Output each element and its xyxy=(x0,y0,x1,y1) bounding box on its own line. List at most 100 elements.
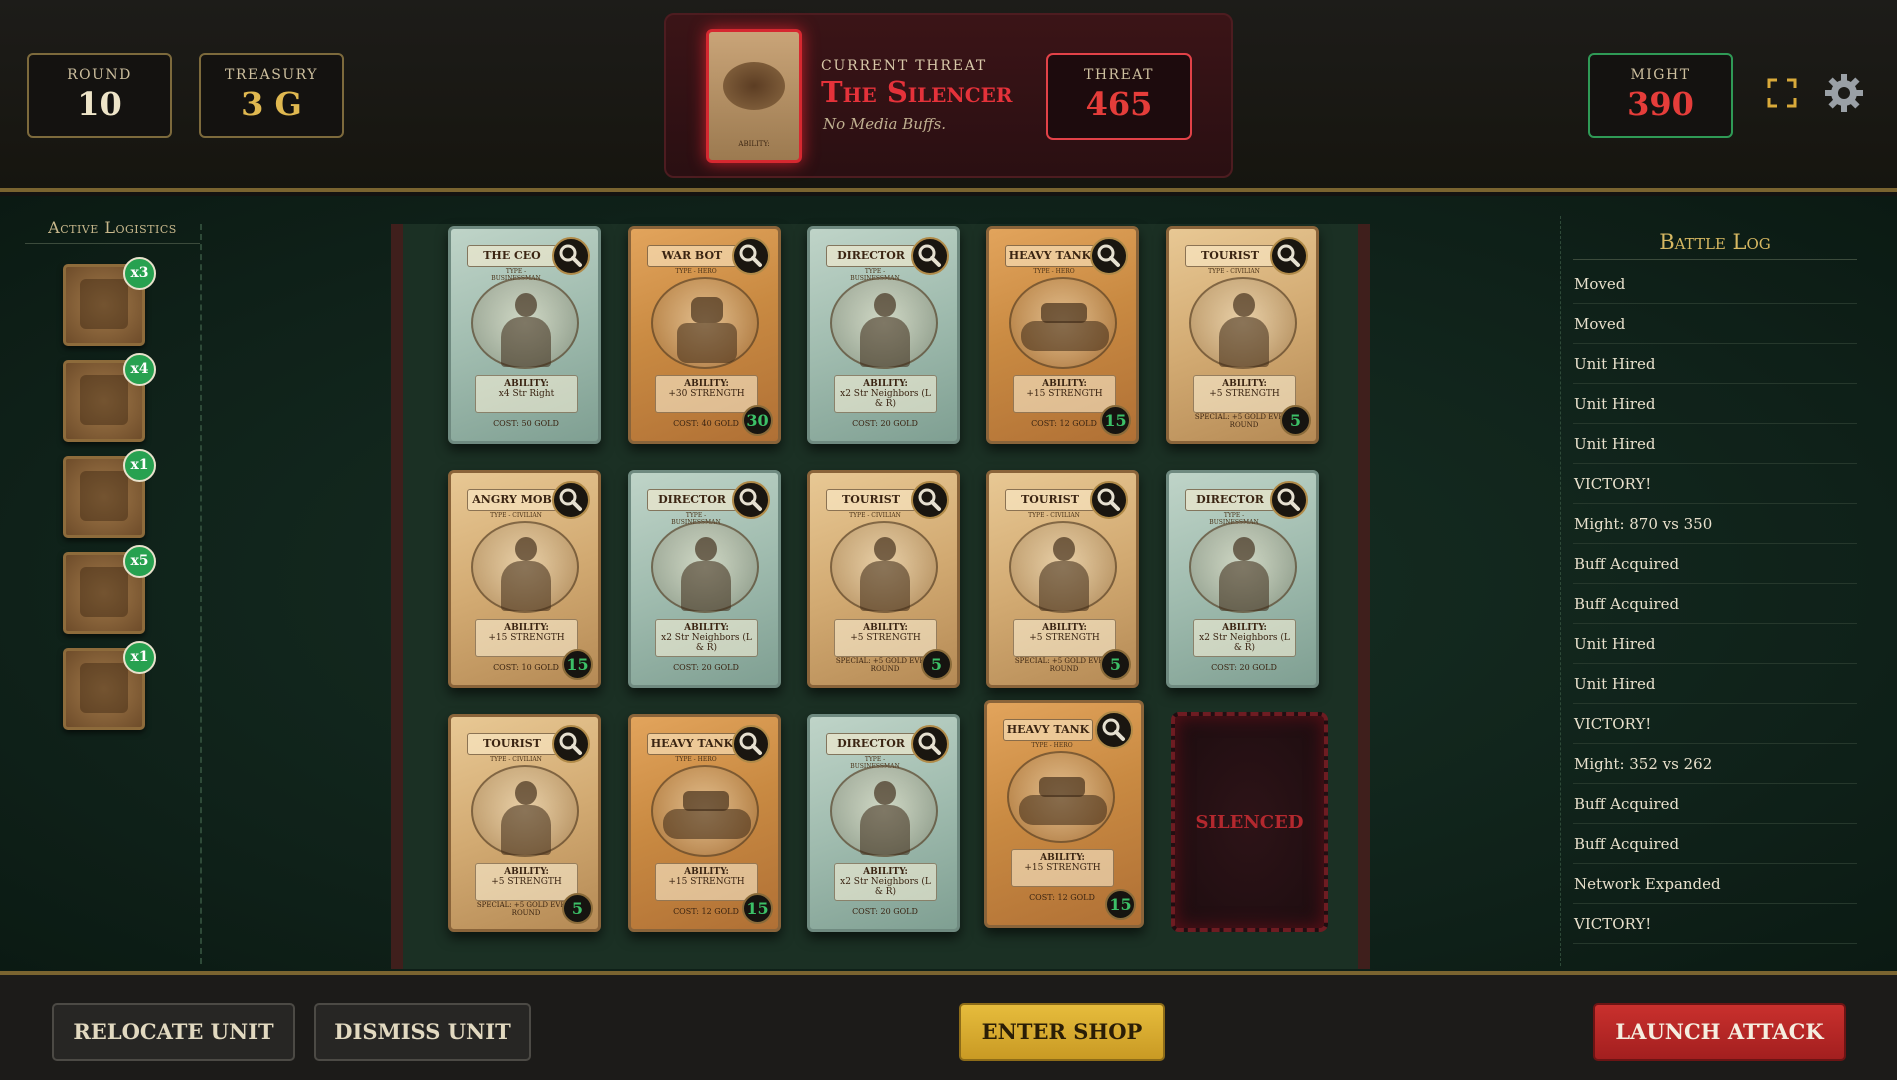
enter-shop-button[interactable]: Enter Shop xyxy=(959,1003,1165,1061)
log-entry: VICTORY! xyxy=(1573,904,1857,944)
log-entry: Buff Acquired xyxy=(1573,544,1857,584)
strength-badge: 15 xyxy=(1105,889,1136,920)
logistics-count-badge: x1 xyxy=(123,641,156,674)
card-art xyxy=(1009,521,1117,613)
handshake-icon xyxy=(80,279,128,329)
ability-title: ABILITY: xyxy=(1040,853,1085,863)
battle-log-list[interactable]: Moved Moved Unit Hired Unit Hired Unit H… xyxy=(1573,264,1857,944)
ability-title: ABILITY: xyxy=(1042,379,1087,389)
magnifier-icon[interactable] xyxy=(1090,237,1128,275)
magnifier-icon[interactable] xyxy=(911,725,949,763)
logistics-item[interactable]: x1 xyxy=(63,641,156,730)
ability-text: +5 STRENGTH xyxy=(1209,389,1280,399)
unit-card-heavy-tank[interactable]: Heavy Tank Type - Hero ABILITY: +15 STRE… xyxy=(986,226,1139,444)
magnifier-icon[interactable] xyxy=(552,725,590,763)
magnifier-icon[interactable] xyxy=(1095,711,1133,749)
card-ability: ABILITY: x4 Str Right xyxy=(475,375,578,413)
unit-card-the-ceo[interactable]: The CEO Type - Businessman ABILITY: x4 S… xyxy=(448,226,601,444)
magnifier-icon[interactable] xyxy=(552,481,590,519)
ability-title: ABILITY: xyxy=(504,867,549,877)
magnifier-icon[interactable] xyxy=(552,237,590,275)
logistics-item[interactable]: x5 xyxy=(63,545,156,634)
unit-card-director[interactable]: Director Type - Businessman ABILITY: x2 … xyxy=(807,226,960,444)
unit-card-heavy-tank[interactable]: Heavy Tank Type - Hero ABILITY: +15 STRE… xyxy=(628,714,781,932)
building-icon xyxy=(80,375,128,425)
log-entry: Unit Hired xyxy=(1573,424,1857,464)
unit-card-director[interactable]: Director Type - Businessman ABILITY: x2 … xyxy=(628,470,781,688)
unit-card-director[interactable]: Director Type - Businessman ABILITY: x2 … xyxy=(1166,470,1319,688)
card-ability: ABILITY: +15 STRENGTH xyxy=(1011,849,1114,887)
unit-card-angry-mob[interactable]: Angry Mob Type - Civilian ABILITY: +15 S… xyxy=(448,470,601,688)
launch-attack-button[interactable]: Launch Attack xyxy=(1593,1003,1846,1061)
card-type: Type - Hero xyxy=(675,268,717,275)
card-name: Heavy Tank xyxy=(1003,719,1093,741)
magnifier-icon[interactable] xyxy=(732,725,770,763)
card-art xyxy=(830,277,938,369)
ability-title: ABILITY: xyxy=(504,623,549,633)
ability-text: x2 Str Neighbors (L & R) xyxy=(840,877,931,897)
magnifier-icon[interactable] xyxy=(1270,481,1308,519)
relocate-unit-button[interactable]: Relocate Unit xyxy=(52,1003,295,1061)
log-entry: Buff Acquired xyxy=(1573,584,1857,624)
treasury-counter: Treasury 3 G xyxy=(199,53,344,138)
unit-card-tourist[interactable]: Tourist Type - Civilian ABILITY: +5 STRE… xyxy=(986,470,1139,688)
magnifier-icon[interactable] xyxy=(732,481,770,519)
unit-card-heavy-tank-selected[interactable]: Heavy Tank Type - Hero ABILITY: +15 STRE… xyxy=(984,700,1144,928)
threat-card-text: ABILITY: xyxy=(738,140,770,148)
logistics-item[interactable]: x1 xyxy=(63,449,156,538)
strength-badge: 15 xyxy=(562,649,593,680)
card-art xyxy=(1009,277,1117,369)
ability-title: ABILITY: xyxy=(863,867,908,877)
top-bar: Round 10 Treasury 3 G ABILITY: Current T… xyxy=(0,0,1897,192)
log-entry: Moved xyxy=(1573,264,1857,304)
logistics-item[interactable]: x4 xyxy=(63,353,156,442)
logistics-item[interactable]: x3 xyxy=(63,257,156,346)
card-ability: ABILITY: x2 Str Neighbors (L & R) xyxy=(834,375,937,413)
card-name: Tourist xyxy=(467,733,557,755)
ability-text: x2 Str Neighbors (L & R) xyxy=(840,389,931,409)
card-art xyxy=(651,765,759,857)
card-name: Tourist xyxy=(1005,489,1095,511)
silenced-label: SILENCED xyxy=(1195,812,1304,833)
threat-description: No Media Buffs. xyxy=(823,115,947,133)
round-label: Round xyxy=(67,67,132,83)
unit-card-tourist[interactable]: Tourist Type - Civilian ABILITY: +5 STRE… xyxy=(448,714,601,932)
magnifier-icon[interactable] xyxy=(1090,481,1128,519)
logistics-count-badge: x1 xyxy=(123,449,156,482)
dismiss-unit-button[interactable]: Dismiss Unit xyxy=(314,1003,531,1061)
money-bag-icon xyxy=(80,471,128,521)
strength-badge: 5 xyxy=(562,893,593,924)
card-ability: ABILITY: +15 STRENGTH xyxy=(475,619,578,657)
card-cost: COST: 20 GOLD xyxy=(673,663,739,672)
magnifier-icon[interactable] xyxy=(911,237,949,275)
unit-card-director[interactable]: Director Type - Businessman ABILITY: x2 … xyxy=(807,714,960,932)
card-name: The CEO xyxy=(467,245,557,267)
logistics-count-badge: x5 xyxy=(123,545,156,578)
magnifier-icon[interactable] xyxy=(732,237,770,275)
card-cost: COST: 12 GOLD xyxy=(1029,893,1095,902)
treasury-value: 3 G xyxy=(241,85,302,123)
card-name: Heavy Tank xyxy=(1005,245,1095,267)
threat-name: The Silencer xyxy=(821,75,1013,109)
ability-text: +15 STRENGTH xyxy=(488,633,565,643)
card-ability: ABILITY: x2 Str Neighbors (L & R) xyxy=(655,619,758,657)
magnifier-icon[interactable] xyxy=(1270,237,1308,275)
silenced-slot[interactable]: SILENCED xyxy=(1171,712,1328,932)
gear-icon[interactable] xyxy=(1823,72,1865,114)
threat-card[interactable]: ABILITY: xyxy=(706,29,802,163)
unit-card-tourist[interactable]: Tourist Type - Civilian ABILITY: +5 STRE… xyxy=(1166,226,1319,444)
card-art xyxy=(1189,521,1297,613)
ability-text: x2 Str Neighbors (L & R) xyxy=(661,633,752,653)
active-logistics-panel: Active Logistics x3 x4 x1 x5 x1 xyxy=(25,218,200,730)
fullscreen-icon[interactable] xyxy=(1767,78,1797,108)
card-name: Angry Mob xyxy=(467,489,557,511)
unit-card-war-bot[interactable]: War Bot Type - Hero ABILITY: +30 STRENGT… xyxy=(628,226,781,444)
card-name: Tourist xyxy=(826,489,916,511)
card-ability: ABILITY: +5 STRENGTH xyxy=(1193,375,1296,413)
round-counter: Round 10 xyxy=(27,53,172,138)
card-cost: COST: 50 GOLD xyxy=(493,419,559,428)
card-art xyxy=(651,277,759,369)
magnifier-icon[interactable] xyxy=(911,481,949,519)
unit-card-tourist[interactable]: Tourist Type - Civilian ABILITY: +5 STRE… xyxy=(807,470,960,688)
computer-icon xyxy=(80,663,128,713)
